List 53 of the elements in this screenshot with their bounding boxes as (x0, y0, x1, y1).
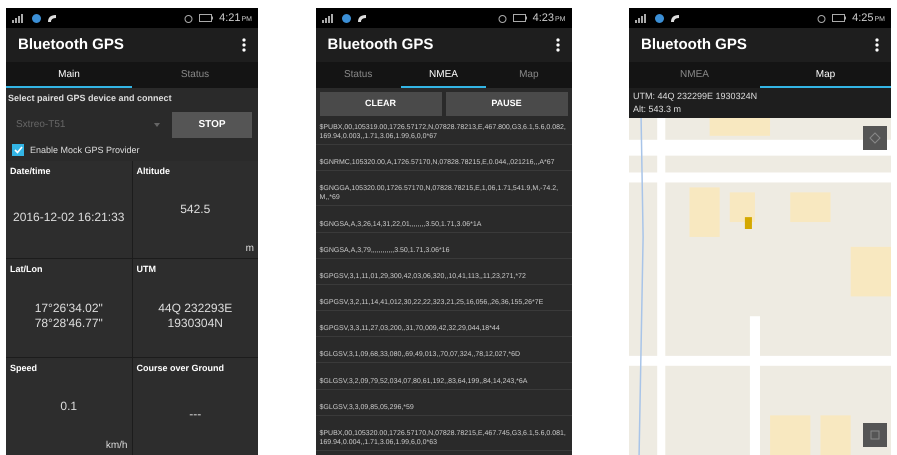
action-button[interactable]: CLEAR (320, 92, 442, 116)
app-title: Bluetooth GPS (18, 34, 124, 55)
layers-icon (869, 429, 881, 441)
cell-value: 1930304N (168, 316, 223, 331)
cell-label: Date/time (10, 165, 52, 178)
cell-value: 542.5 (180, 202, 210, 218)
action-button[interactable]: PAUSE (446, 92, 568, 116)
cell-value: 44Q 232293E (158, 300, 232, 316)
checkbox[interactable] (12, 144, 24, 156)
alarm-clock-icon (498, 14, 507, 22)
battery-icon (199, 14, 214, 22)
cell-label: Altitude (136, 165, 171, 178)
app-title: Bluetooth GPS (641, 34, 747, 55)
alarm-clock-icon (184, 14, 194, 22)
checkmark-icon (14, 146, 22, 154)
cell-label: UTM (136, 263, 157, 276)
overflow-menu-icon[interactable] (242, 38, 246, 52)
dropdown-caret-icon (154, 122, 160, 126)
overflow-menu-icon[interactable] (556, 38, 560, 52)
info-text: Alt: 543.3 m (633, 103, 682, 116)
cell-value: 78°28'46.77" (34, 316, 103, 331)
cell-label: Lat/Lon (10, 263, 44, 276)
cell-value: 17°26'34.02" (34, 300, 103, 316)
globe-icon (32, 14, 41, 22)
notification-icon (670, 14, 680, 22)
info-text: UTM: 44Q 232299E 1930324N (633, 90, 758, 103)
tab[interactable]: NMEA (629, 67, 760, 88)
notification-icon (47, 14, 57, 22)
app-title: Bluetooth GPS (328, 34, 434, 55)
globe-icon (655, 14, 664, 22)
overflow-menu-icon[interactable] (875, 38, 879, 52)
alarm-clock-icon (817, 14, 826, 22)
cell-label: Speed (10, 362, 38, 375)
tab[interactable]: Status (132, 67, 258, 88)
cell-value: 0.1 (60, 399, 78, 414)
signal-icon (12, 14, 26, 22)
signal-icon (635, 14, 649, 22)
cell-label: Course over Ground (136, 362, 226, 375)
tab[interactable]: Map (486, 67, 572, 88)
location-target-icon (869, 132, 881, 144)
cell-value: --- (189, 406, 202, 422)
signal-icon (322, 14, 336, 22)
globe-icon (342, 14, 350, 22)
unit-label: m (246, 242, 254, 256)
tab[interactable]: Status (316, 67, 401, 88)
battery-icon (832, 14, 846, 22)
checkbox-label: Enable Mock GPS Provider (30, 144, 140, 156)
unit-label: km/h (106, 439, 128, 453)
notification-icon (356, 14, 366, 22)
instruction-text: Select paired GPS device and connect (7, 92, 173, 105)
cell-value: 2016-12-02 16:21:33 (13, 210, 124, 225)
battery-icon (512, 14, 527, 22)
stop-button[interactable]: STOP (172, 112, 252, 138)
